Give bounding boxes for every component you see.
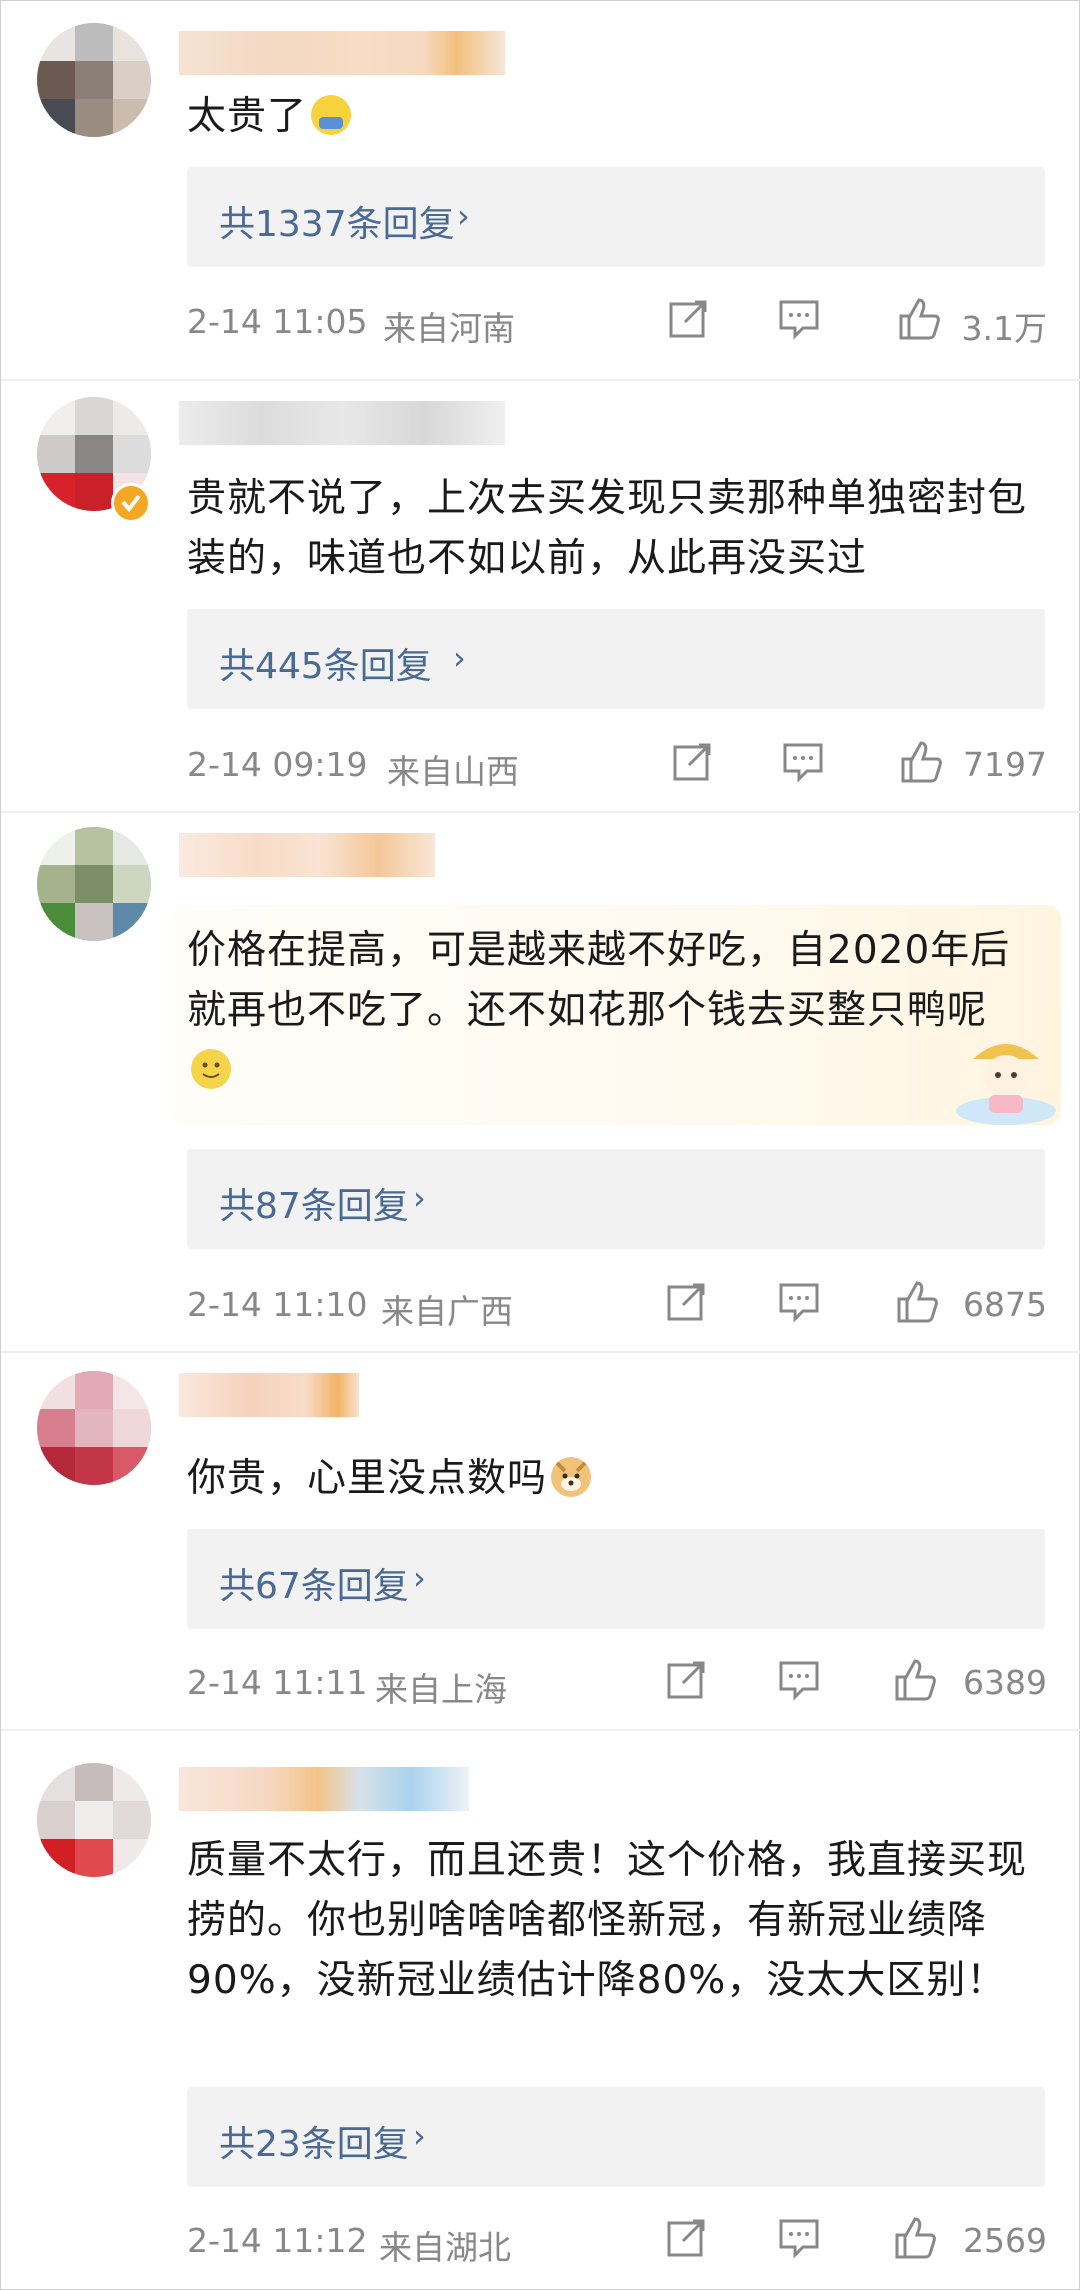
comment-time: 2-14 09:19 [187,745,368,784]
like-count: 6389 [963,1663,1047,1702]
replies-link[interactable]: 共87条回复 › [187,1149,1045,1249]
username-blurred[interactable] [179,833,435,877]
comment-icon[interactable] [777,296,821,340]
share-icon[interactable] [665,1657,709,1701]
replies-link[interactable]: 共1337条回复 › [187,167,1045,267]
duckling-emoji [311,95,352,135]
comment-location: 来自上海 [375,1670,507,1709]
avatar[interactable] [37,1763,151,1877]
replies-link[interactable]: 共23条回复 › [187,2087,1045,2187]
comment-meta: 2-14 11:05 来自河南 3.1万 [187,296,1047,348]
comment-text: 价格在提高，可是越来越不好吃，自2020年后就再也不吃了。还不如花那个钱去买整只… [187,921,1027,1101]
comment-time: 2-14 11:11 [187,1663,368,1702]
avatar[interactable] [37,827,151,941]
comment-icon[interactable] [777,1657,821,1701]
thumbs-up-icon[interactable] [895,1279,939,1323]
doge-emoji [551,1457,592,1497]
share-icon[interactable] [671,739,715,783]
comment-text: 你贵，心里没点数吗 [187,1449,1047,1509]
comment-text: 质量不太行，而且还贵！这个价格，我直接买现捞的。你也别啥啥啥都怪新冠，有新冠业绩… [187,1838,1028,2003]
username-blurred[interactable] [179,401,505,445]
like-count: 3.1万 [961,309,1047,348]
like-count: 6875 [963,1285,1047,1324]
comment-location: 来自山西 [387,752,519,791]
like-count: 2569 [963,2221,1047,2260]
comment-meta: 2-14 11:11 来自上海 6389 [187,1657,1047,1709]
divider [1,811,1080,813]
thumbs-up-icon[interactable] [893,2215,937,2259]
like-count: 7197 [963,745,1047,784]
comment-location: 来自广西 [381,1292,513,1331]
username-blurred[interactable] [179,1373,359,1417]
username-blurred[interactable] [179,1767,469,1811]
share-icon[interactable] [665,2215,709,2259]
chevron-right-icon: › [457,197,470,235]
comment-meta: 2-14 11:12 来自湖北 2569 [187,2215,1047,2267]
comment-meta: 2-14 09:19 来自山西 7197 [187,739,1047,791]
comment-location: 来自湖北 [379,2228,511,2267]
share-icon[interactable] [667,296,711,340]
comment-icon[interactable] [777,2215,821,2259]
avatar[interactable] [37,23,151,137]
share-icon[interactable] [665,1279,709,1323]
chevron-right-icon: › [413,1559,426,1597]
thumbs-up-icon[interactable] [893,1657,937,1701]
username-blurred[interactable] [179,31,505,75]
divider [1,1729,1080,1731]
smile-emoji [191,1049,231,1089]
replies-link[interactable]: 共67条回复 › [187,1529,1045,1629]
comment-meta: 2-14 11:10 来自广西 6875 [187,1279,1047,1331]
chevron-right-icon: › [413,2117,426,2155]
comment-icon[interactable] [777,1279,821,1323]
comment-icon[interactable] [781,739,825,783]
chevron-right-icon: › [453,639,466,677]
comment-location: 来自河南 [383,309,515,348]
comment-text: 贵就不说了，上次去买发现只卖那种单独密封包装的，味道也不如以前，从此再没买过 [187,476,1028,581]
replies-link[interactable]: 共445条回复 › [187,609,1045,709]
thumbs-up-icon[interactable] [897,296,941,340]
divider [1,379,1080,381]
comment-feed: 太贵了 共1337条回复 › 2-14 11:05 来自河南 3.1万 贵就不说… [0,0,1080,2290]
thumbs-up-icon[interactable] [899,739,943,783]
avatar[interactable] [37,1371,151,1485]
comment-time: 2-14 11:10 [187,1285,368,1324]
comment-text: 太贵了 [187,87,1047,147]
comment-time: 2-14 11:05 [187,302,368,341]
chevron-right-icon: › [413,1179,426,1217]
verified-badge-icon [111,483,151,523]
comment-time: 2-14 11:12 [187,2221,368,2260]
divider [1,1351,1080,1353]
